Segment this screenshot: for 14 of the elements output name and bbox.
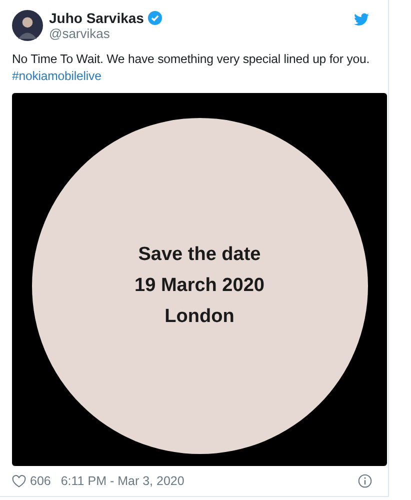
bird-icon[interactable]	[354, 13, 369, 26]
info-icon[interactable]	[358, 474, 372, 488]
image-text: London	[164, 305, 234, 329]
heart-icon[interactable]	[12, 474, 26, 488]
avatar[interactable]	[12, 10, 43, 41]
timestamp[interactable]: 6:11 PM - Mar 3, 2020	[60, 474, 184, 488]
image-text: 19 March 2020	[134, 274, 264, 298]
author-name[interactable]: Juho Sarvikas	[49, 10, 144, 26]
image-text: Save the date	[138, 243, 261, 267]
tweet-text: No Time To Wait. We have something very special lined up for you. #nokiamobilelive	[12, 51, 371, 85]
hashtag-link[interactable]: #nokiamobilelive	[12, 69, 102, 83]
like-count[interactable]: 606	[30, 474, 51, 488]
author-handle[interactable]: @sarvikas	[49, 26, 162, 41]
media-image[interactable]: Save the date 19 March 2020 London	[12, 93, 387, 466]
